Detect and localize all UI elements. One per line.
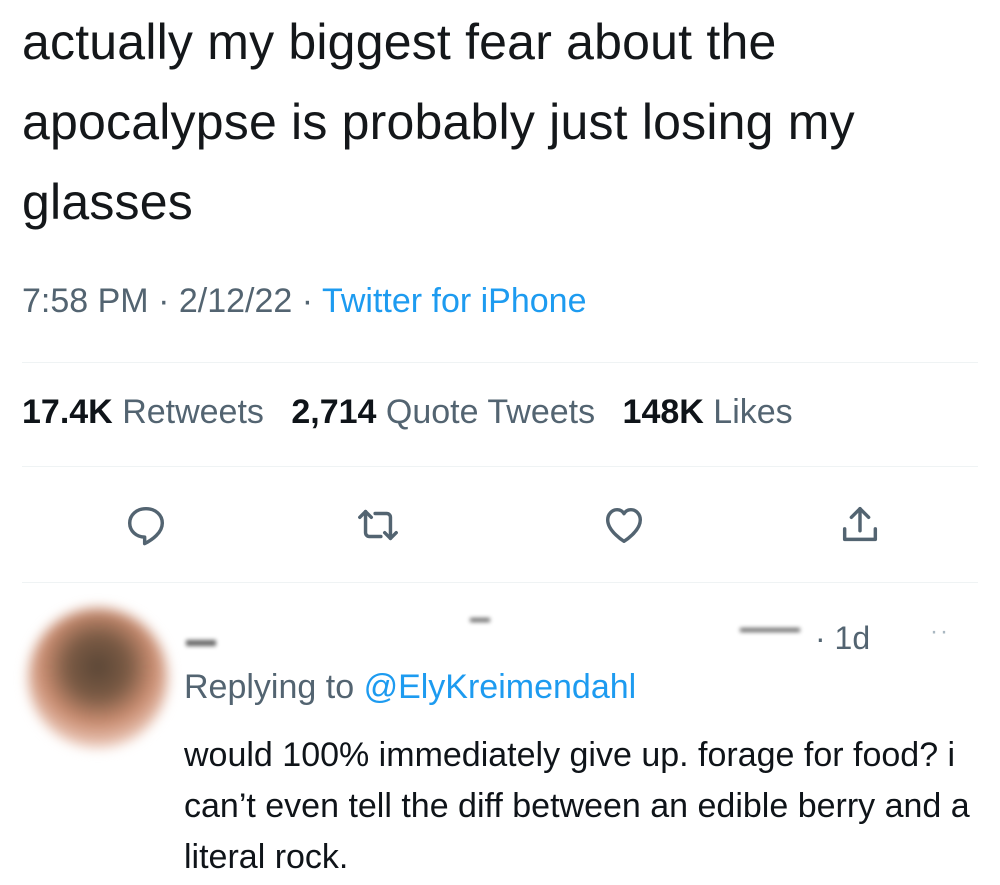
tweet-text: actually my biggest fear about the apoca… xyxy=(22,14,855,230)
more-options-icon[interactable]: ·· xyxy=(930,618,950,646)
redacted-name xyxy=(186,640,216,646)
divider xyxy=(22,362,978,363)
replying-to: Replying to @ElyKreimendahl xyxy=(184,668,636,707)
redacted-handle xyxy=(470,618,490,622)
like-icon xyxy=(605,507,643,544)
like-button[interactable] xyxy=(599,500,649,550)
reply-icon xyxy=(127,506,165,546)
tweet-meta: 7:58 PM · 2/12/22 · Twitter for iPhone xyxy=(22,282,587,321)
replying-prefix: Replying to xyxy=(184,668,355,706)
quote-tweets-stat[interactable]: 2,714 Quote Tweets xyxy=(291,393,595,431)
avatar[interactable] xyxy=(28,608,168,748)
share-icon xyxy=(842,506,878,542)
share-button[interactable] xyxy=(835,500,885,550)
retweet-icon xyxy=(358,509,398,541)
tweet-date[interactable]: 2/12/22 xyxy=(179,282,292,320)
likes-stat[interactable]: 148K Likes xyxy=(623,393,793,431)
divider xyxy=(22,582,978,583)
quote-tweets-count: 2,714 xyxy=(291,393,377,431)
replying-handle[interactable]: @ElyKreimendahl xyxy=(364,668,637,706)
retweet-button[interactable] xyxy=(353,500,403,550)
tweet-stats: 17.4K Retweets 2,714 Quote Tweets 148K L… xyxy=(22,393,793,432)
reply-timestamp[interactable]: · 1d xyxy=(815,620,870,657)
quote-tweets-label: Quote Tweets xyxy=(385,393,596,431)
redacted-handle xyxy=(740,628,800,632)
tweet-time: 7:58 PM xyxy=(22,282,149,320)
retweets-label: Retweets xyxy=(122,393,264,431)
reply-tweet[interactable]: · 1d ·· Replying to @ElyKreimendahl woul… xyxy=(0,598,1000,885)
tweet-source[interactable]: Twitter for iPhone xyxy=(322,282,587,320)
reply-button[interactable] xyxy=(121,500,171,550)
reply-text: would 100% immediately give up. forage f… xyxy=(184,736,970,876)
retweets-stat[interactable]: 17.4K Retweets xyxy=(22,393,264,431)
retweets-count: 17.4K xyxy=(22,393,113,431)
likes-label: Likes xyxy=(713,393,793,431)
divider xyxy=(22,466,978,467)
action-bar xyxy=(0,500,1000,550)
likes-count: 148K xyxy=(622,393,704,431)
meta-separator: · xyxy=(158,282,170,320)
meta-separator: · xyxy=(301,282,314,320)
